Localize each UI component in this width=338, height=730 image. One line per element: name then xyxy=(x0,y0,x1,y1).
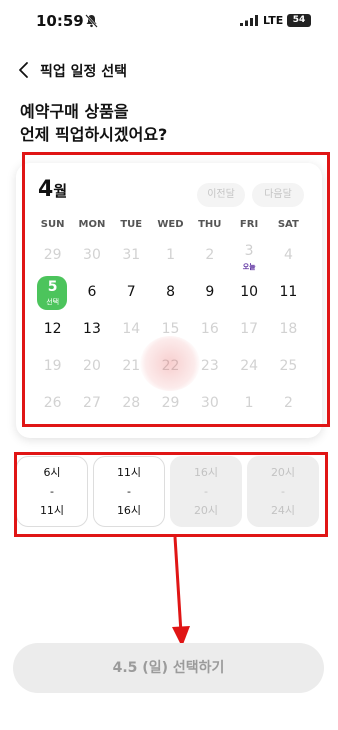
status-time: 10:59 xyxy=(36,12,84,30)
header: 픽업 일정 선택 xyxy=(0,52,338,88)
network-label: LTE xyxy=(263,14,284,27)
select-date-button[interactable]: 4.5 (일) 선택하기 xyxy=(13,643,324,693)
question-heading: 예약구매 상품을 언제 픽업하시겠어요? xyxy=(20,100,167,146)
battery-icon: 54 xyxy=(287,14,311,27)
question-line-1: 예약구매 상품을 xyxy=(20,102,129,121)
back-arrow-icon[interactable] xyxy=(14,60,34,80)
question-line-2: 언제 픽업하시겠어요? xyxy=(20,125,168,144)
annotation-box-time-slots xyxy=(14,452,328,537)
annotation-arrow-icon xyxy=(172,537,190,647)
mute-bell-icon xyxy=(85,14,98,28)
signal-icon xyxy=(240,15,258,26)
status-bar: 10:59 LTE 54 xyxy=(0,0,338,44)
page-title: 픽업 일정 선택 xyxy=(40,64,128,80)
annotation-box-calendar xyxy=(22,152,330,427)
